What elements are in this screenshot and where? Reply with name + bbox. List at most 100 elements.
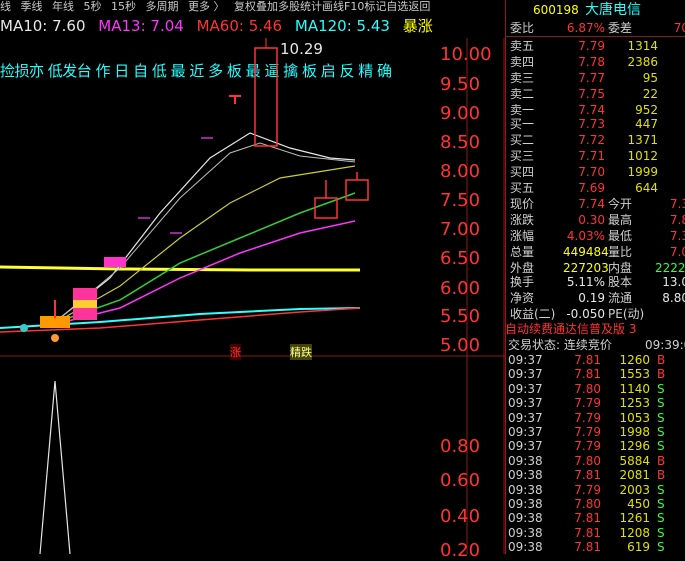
stock-header[interactable]: 600198 大唐电信 — [505, 2, 685, 18]
trade-row: 09:37 7.81 1260 B — [505, 353, 685, 367]
bid-price: 7.73 — [578, 117, 605, 131]
price-tick: 8.50 — [440, 132, 481, 153]
kline-chart[interactable] — [0, 38, 505, 554]
stat-value: 449484 — [563, 245, 609, 259]
trade-price: 7.80 — [574, 453, 601, 468]
trade-row: 09:38 7.80 450 S — [505, 497, 685, 511]
price-axis: 10.00 9.50 9.00 8.50 8.00 7.50 7.00 6.50… — [440, 38, 505, 368]
stat-label: 今开 — [608, 197, 633, 211]
ask-volume: 22 — [642, 87, 658, 101]
trade-time: 09:38 — [508, 482, 543, 497]
bid-row[interactable]: 买五 7.69 644 — [505, 180, 685, 196]
stat-value: 0.30 — [578, 213, 605, 227]
trade-volume: 1140 — [619, 381, 650, 396]
stat2-label: 净资 — [510, 291, 535, 305]
price-tick: 5.00 — [440, 335, 481, 356]
candle — [73, 300, 97, 308]
bid-row[interactable]: 买二 7.72 1371 — [505, 132, 685, 148]
weicha-value: 70 — [673, 21, 685, 35]
ask-row[interactable]: 卖五 7.79 1314 — [505, 38, 685, 54]
trade-time: 09:37 — [508, 367, 543, 382]
price-tick: 7.00 — [440, 219, 481, 240]
price-tick: 9.50 — [440, 74, 481, 95]
stat-value: 7.74 — [578, 197, 605, 211]
trade-row: 09:37 7.79 1296 S — [505, 439, 685, 453]
stat2-value: 8.80 — [662, 291, 685, 305]
trade-volume: 1553 — [619, 367, 650, 382]
stock-code: 600198 — [533, 3, 579, 17]
candle — [345, 179, 369, 201]
ask-label: 卖五 — [510, 39, 535, 53]
ask-price: 7.75 — [578, 87, 605, 101]
stock-name: 大唐电信 — [585, 2, 641, 18]
stat-label: 总量 — [510, 245, 535, 259]
stat2-row: 换手 5.11%股本 13.0 — [505, 274, 685, 290]
ask-price: 7.79 — [578, 39, 605, 53]
trade-row: 09:38 7.81 1261 S — [505, 511, 685, 525]
stat-value: 7.8 — [669, 213, 685, 227]
stat-row: 现价 7.74今开 7.3 — [505, 196, 685, 212]
period-year-btn[interactable]: 年线 — [52, 0, 74, 13]
ask-row[interactable]: 卖二 7.75 22 — [505, 86, 685, 102]
trade-price: 7.81 — [574, 511, 601, 526]
trade-volume: 1261 — [619, 511, 650, 526]
bid-volume: 1999 — [627, 165, 658, 179]
bid-label: 买四 — [510, 165, 535, 179]
stat2-label: 流通 — [608, 291, 633, 305]
stat2-value: 5.11% — [566, 275, 605, 289]
trade-time: 09:37 — [508, 425, 543, 439]
period-day-btn[interactable]: 线 — [0, 0, 11, 13]
bid-volume: 1371 — [627, 133, 658, 147]
period-toolbar: 线 季线 年线 5秒 15秒 多周期 更多 〉 复权叠加多股统计画线F10标记自… — [0, 0, 505, 14]
trade-price: 7.79 — [574, 482, 601, 497]
indicator-tick: 0.80 — [440, 436, 481, 457]
trade-time: 09:37 — [508, 410, 543, 425]
marker-lianban: 精跌 — [290, 344, 312, 360]
signal-circle-icon — [20, 324, 28, 332]
period-5s-btn[interactable]: 5秒 — [84, 0, 102, 13]
more-btn[interactable]: 更多 〉 — [188, 0, 225, 13]
bid-row[interactable]: 买一 7.73 447 — [505, 116, 685, 132]
price-tick: 9.00 — [440, 103, 481, 124]
trade-row: 09:38 7.81 1208 S — [505, 526, 685, 540]
trade-price: 7.81 — [574, 525, 601, 540]
stat2-value: -0.050 — [566, 307, 605, 321]
trade-flag: S — [657, 511, 665, 526]
trade-price: 7.81 — [574, 468, 601, 483]
trade-flag: S — [657, 525, 665, 540]
ask-row[interactable]: 卖四 7.78 2386 — [505, 54, 685, 70]
trade-time: 09:38 — [508, 468, 543, 483]
bid-volume: 1012 — [627, 149, 658, 163]
trade-volume: 1208 — [619, 525, 650, 540]
period-quarter-btn[interactable]: 季线 — [21, 0, 43, 13]
trade-price: 7.79 — [574, 410, 601, 425]
tool-menu[interactable]: 复权叠加多股统计画线F10标记自选返回 — [234, 0, 430, 13]
stat2-label: 收益(二) — [510, 307, 556, 321]
news-ticker[interactable]: 自动续费通达信普及版 3 — [505, 321, 685, 337]
trade-status-label: 交易状态: 连续竞价 — [508, 338, 612, 352]
trade-time: 09:37 — [508, 353, 543, 367]
bid-label: 买五 — [510, 181, 535, 195]
quote-panel: 600198 大唐电信 委比 6.87% 委差 70 卖五 7.79 1314 卖四 7… — [505, 0, 685, 554]
stat2-label: PE(动) — [608, 307, 645, 321]
ask-label: 卖四 — [510, 55, 535, 69]
ask-row[interactable]: 卖三 7.77 95 — [505, 70, 685, 86]
indicator-tick: 0.40 — [440, 506, 481, 527]
trade-row: 09:38 7.80 5884 B — [505, 454, 685, 468]
candle — [104, 257, 126, 267]
ma13-line — [59, 220, 356, 324]
stat-row: 总量 449484量比 7.0 — [505, 244, 685, 260]
bid-row[interactable]: 买三 7.71 1012 — [505, 148, 685, 164]
multi-period-btn[interactable]: 多周期 — [146, 0, 179, 13]
price-tick: 6.00 — [440, 278, 481, 299]
period-15s-btn[interactable]: 15秒 — [111, 0, 136, 13]
trade-volume: 2003 — [619, 482, 650, 497]
indicator-tick: 0.60 — [440, 470, 481, 491]
trade-flag: S — [657, 439, 665, 454]
bid-row[interactable]: 买四 7.70 1999 — [505, 164, 685, 180]
bid-price: 7.69 — [578, 181, 605, 195]
ma60-label: MA60: 5.46 — [196, 17, 283, 35]
trade-price: 7.79 — [574, 396, 601, 411]
trade-time: 09:38 — [508, 453, 543, 468]
price-tick: 7.50 — [440, 190, 481, 211]
